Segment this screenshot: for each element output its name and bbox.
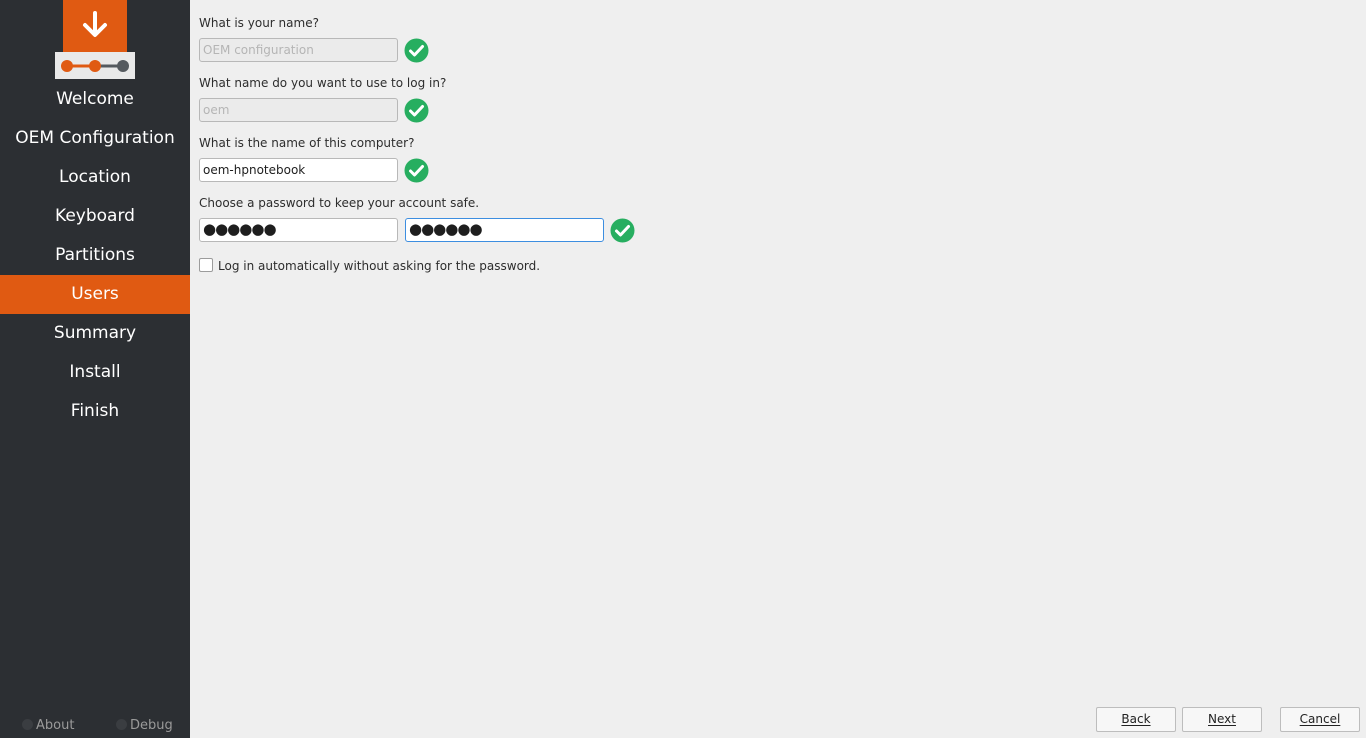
step-welcome[interactable]: Welcome [0,80,190,119]
progress-indicator [55,52,135,79]
installer-logo [63,0,127,52]
step-summary[interactable]: Summary [0,314,190,353]
step-location[interactable]: Location [0,158,190,197]
full-name-field[interactable]: OEM configuration [199,38,398,62]
check-circle-icon [404,98,429,123]
users-form: What is your name? OEM configuration Wha… [190,0,1366,738]
debug-button[interactable]: Debug [116,718,173,733]
download-arrow-icon [83,11,107,37]
autologin-checkbox[interactable] [199,258,213,272]
check-circle-icon [404,38,429,63]
autologin-label[interactable]: Log in automatically without asking for … [218,259,540,273]
password-field[interactable]: ●●●●●● [199,218,398,242]
debug-label: Debug [130,718,173,733]
autologin-row: Log in automatically without asking for … [199,258,540,274]
progress-dots-icon [61,60,129,72]
password-confirm-field[interactable]: ●●●●●● [405,218,604,242]
check-circle-icon [610,218,635,243]
name-label: What is your name? [199,16,319,30]
login-label: What name do you want to use to log in? [199,76,447,90]
step-finish[interactable]: Finish [0,392,190,431]
computer-name-field[interactable]: oem-hpnotebook [199,158,398,182]
next-button[interactable]: Next [1182,707,1262,732]
bug-icon [116,719,127,730]
password-label: Choose a password to keep your account s… [199,196,480,210]
back-button[interactable]: Back [1096,707,1176,732]
cancel-button[interactable]: Cancel [1280,707,1360,732]
sidebar: Welcome OEM Configuration Location Keybo… [0,0,190,738]
step-install[interactable]: Install [0,353,190,392]
sidebar-footer: About Debug [0,712,190,738]
step-partitions[interactable]: Partitions [0,236,190,275]
step-list: Welcome OEM Configuration Location Keybo… [0,80,190,431]
step-oem-configuration[interactable]: OEM Configuration [0,119,190,158]
computer-name-label: What is the name of this computer? [199,136,415,150]
check-circle-icon [404,158,429,183]
step-users[interactable]: Users [0,275,190,314]
username-field[interactable]: oem [199,98,398,122]
about-label: About [36,718,75,733]
step-keyboard[interactable]: Keyboard [0,197,190,236]
about-button[interactable]: About [22,718,74,733]
info-icon [22,719,33,730]
